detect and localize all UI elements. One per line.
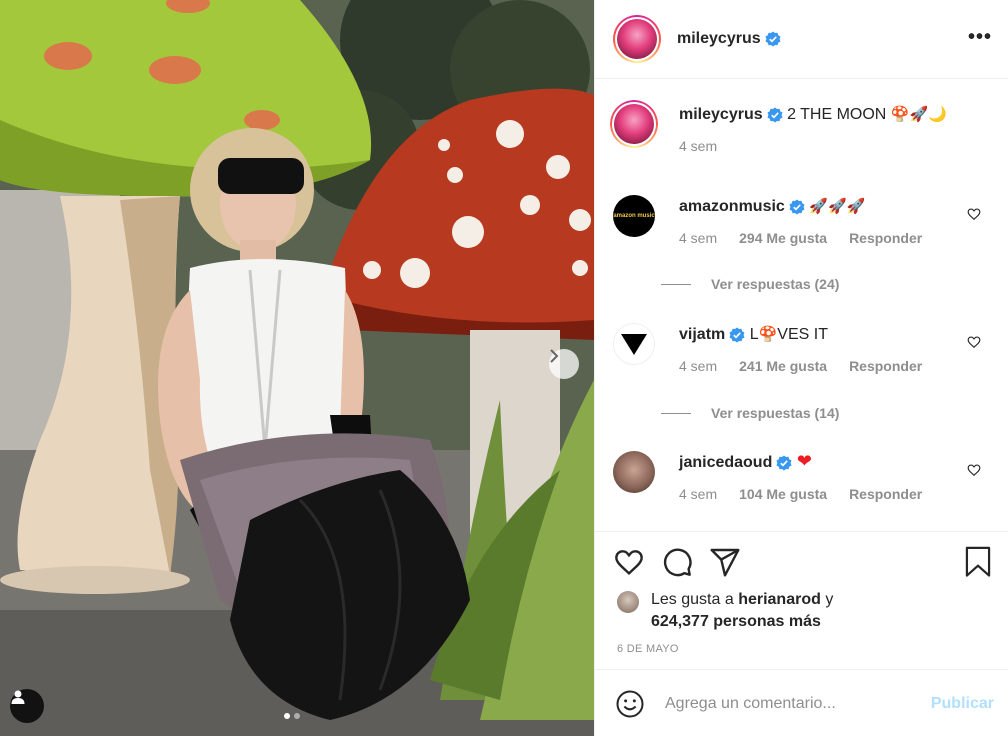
like-comment-heart-icon[interactable] bbox=[967, 207, 981, 221]
like-comment-heart-icon[interactable] bbox=[967, 463, 981, 477]
post-photo[interactable] bbox=[0, 0, 594, 736]
view-replies-label: Ver respuestas (24) bbox=[711, 276, 840, 292]
save-bookmark-icon[interactable] bbox=[963, 546, 993, 578]
caption-avatar[interactable] bbox=[610, 100, 658, 148]
author-avatar[interactable] bbox=[613, 15, 661, 63]
likes-count[interactable]: 624,377 personas más bbox=[651, 613, 821, 630]
view-replies-label: Ver respuestas (14) bbox=[711, 405, 840, 421]
comment-time[interactable]: 4 sem bbox=[679, 486, 717, 502]
amazonmusic-logo: amazon music bbox=[613, 212, 655, 219]
commenter-username[interactable]: janicedaoud bbox=[679, 454, 772, 471]
liker-username[interactable]: herianarod bbox=[738, 591, 821, 608]
comment-likes[interactable]: 104 Me gusta bbox=[739, 486, 827, 502]
more-options-icon[interactable]: ••• bbox=[968, 26, 992, 49]
carousel-indicator bbox=[284, 713, 300, 719]
comment-emoji: 🍄 bbox=[758, 325, 778, 343]
commenter-avatar[interactable] bbox=[613, 451, 655, 493]
post-header: mileycyrus ••• bbox=[595, 0, 1008, 79]
commenter-avatar[interactable] bbox=[613, 323, 655, 365]
emoji-smile-icon[interactable] bbox=[615, 689, 645, 719]
caption-username[interactable]: mileycyrus bbox=[679, 106, 763, 123]
liker-avatar[interactable] bbox=[617, 591, 639, 613]
like-comment-heart-icon[interactable] bbox=[967, 335, 981, 349]
comment-text-part: VES IT bbox=[777, 326, 828, 343]
verified-badge-icon bbox=[729, 327, 745, 343]
triangle-logo-icon bbox=[621, 334, 647, 355]
comment-time[interactable]: 4 sem bbox=[679, 230, 717, 246]
like-heart-icon[interactable] bbox=[613, 546, 645, 578]
carousel-dot-active bbox=[284, 713, 290, 719]
comment-time[interactable]: 4 sem bbox=[679, 358, 717, 374]
caption-text: 2 THE MOON bbox=[787, 106, 887, 123]
post-details-panel: mileycyrus ••• mileycyrus 2 THE MOON 🍄🚀🌙… bbox=[594, 0, 1008, 736]
likes-summary: Les gusta a herianarod y 624,377 persona… bbox=[617, 589, 833, 633]
comment-likes[interactable]: 294 Me gusta bbox=[739, 230, 827, 246]
carousel-dot bbox=[294, 713, 300, 719]
reply-button[interactable]: Responder bbox=[849, 358, 922, 374]
tagged-users-button[interactable] bbox=[10, 689, 44, 723]
comment-bubble-icon[interactable] bbox=[661, 546, 693, 578]
post-image bbox=[0, 0, 594, 736]
action-icons bbox=[613, 546, 998, 578]
add-comment-bar: Publicar bbox=[595, 671, 1008, 736]
publish-button[interactable]: Publicar bbox=[931, 695, 994, 713]
view-replies-button[interactable]: Ver respuestas (24) bbox=[661, 276, 839, 292]
chevron-right-icon bbox=[550, 349, 559, 363]
commenter-username[interactable]: amazonmusic bbox=[679, 198, 785, 215]
verified-badge-icon bbox=[789, 199, 805, 215]
reply-button[interactable]: Responder bbox=[849, 486, 922, 502]
comment-likes[interactable]: 241 Me gusta bbox=[739, 358, 827, 374]
user-icon bbox=[11, 690, 25, 704]
carousel-next-button[interactable] bbox=[549, 349, 579, 379]
share-send-icon[interactable] bbox=[709, 546, 741, 578]
view-replies-button[interactable]: Ver respuestas (14) bbox=[661, 405, 839, 421]
comments-list: mileycyrus 2 THE MOON 🍄🚀🌙 4 sem amazon m… bbox=[595, 79, 1008, 531]
comment-text: 🚀🚀🚀 bbox=[809, 197, 866, 215]
verified-badge-icon bbox=[776, 455, 792, 471]
caption-time[interactable]: 4 sem bbox=[679, 138, 717, 154]
commenter-avatar[interactable]: amazon music bbox=[613, 195, 655, 237]
comment-heart-emoji: ❤ bbox=[796, 451, 812, 472]
post-actions: Les gusta a herianarod y 624,377 persona… bbox=[595, 531, 1008, 670]
comment-text-part: L bbox=[749, 326, 759, 343]
caption-emojis: 🍄🚀🌙 bbox=[890, 105, 947, 123]
verified-badge-icon bbox=[765, 31, 781, 47]
reply-button[interactable]: Responder bbox=[849, 230, 922, 246]
post-date[interactable]: 6 DE MAYO bbox=[617, 643, 679, 655]
commenter-username[interactable]: vijatm bbox=[679, 326, 725, 343]
comment-input[interactable] bbox=[665, 694, 915, 713]
author-username[interactable]: mileycyrus bbox=[677, 30, 761, 48]
likes-prefix: Les gusta a bbox=[651, 591, 734, 608]
likes-joiner: y bbox=[825, 591, 834, 608]
verified-badge-icon bbox=[767, 107, 783, 123]
